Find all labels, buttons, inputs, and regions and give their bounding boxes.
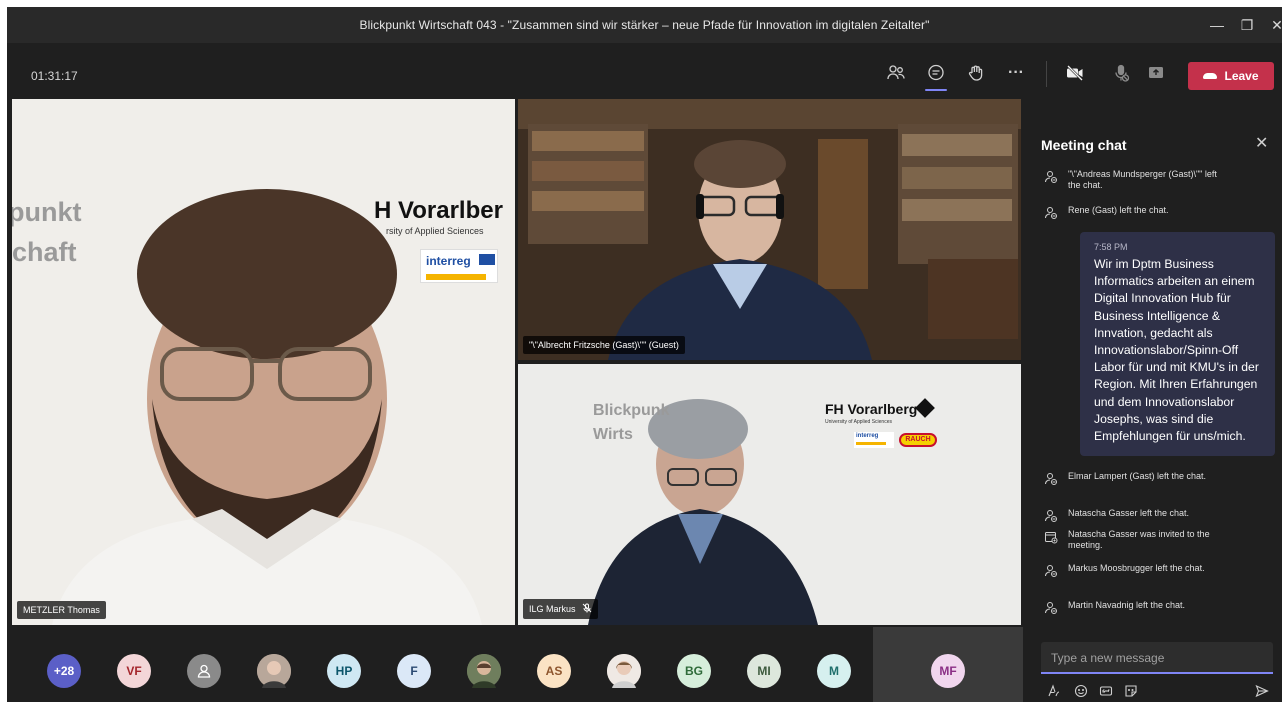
calendar-invite-icon (1045, 532, 1058, 544)
profile-photo (607, 654, 641, 688)
person-icon (197, 664, 211, 678)
teams-window: Blickpunkt Wirtschaft 043 - "Zusammen si… (7, 7, 1282, 702)
title-bar: Blickpunkt Wirtschaft 043 - "Zusammen si… (7, 7, 1282, 43)
chat-event: Markus Moosbrugger left the chat. (1044, 563, 1274, 578)
reactions-icon[interactable] (961, 59, 991, 87)
person-left-icon (1045, 473, 1057, 485)
avatar-vf[interactable]: VF (117, 654, 151, 688)
participant-strip (7, 627, 1022, 702)
leave-button[interactable]: Leave (1188, 62, 1274, 90)
avatar-bg[interactable]: BG (677, 654, 711, 688)
video-tile-ilg[interactable]: Blickpunk Wirts FH Vorarlberg University… (518, 364, 1021, 625)
chat-event-text: Elmar Lampert (Gast) left the chat. (1068, 471, 1207, 481)
background-text-line-1: punkt (12, 197, 82, 227)
background-text-line-1: Blickpunk (593, 402, 670, 419)
participant-name: METZLER Thomas (23, 605, 100, 615)
emoji-icon[interactable] (1074, 684, 1088, 702)
avatar-photo-2[interactable] (467, 654, 501, 688)
leave-label: Leave (1224, 69, 1259, 83)
profile-photo (257, 654, 291, 688)
chat-event: Elmar Lampert (Gast) left the chat. (1044, 471, 1274, 486)
participant-name-tag: "\"Albrecht Fritzsche (Gast)\"" (Guest) (523, 336, 685, 354)
chat-event-text: Natascha Gasser was invited to the meeti… (1068, 529, 1210, 550)
video-tile-metzler[interactable]: punkt chaft H Vorarlber rsity of Applied… (12, 99, 515, 625)
avatar-f[interactable]: F (397, 654, 431, 688)
chat-event: Rene (Gast) left the chat. (1044, 205, 1274, 220)
close-icon[interactable]: ✕ (1262, 13, 1282, 37)
avatar-as[interactable]: AS (537, 654, 571, 688)
participant-name: "\"Albrecht Fritzsche (Gast)\"" (Guest) (529, 340, 679, 350)
close-icon[interactable]: ✕ (1255, 133, 1268, 153)
rauch-badge: RAUCH (899, 433, 937, 447)
chat-title: Meeting chat (1041, 137, 1127, 153)
background-text-line-2: chaft (12, 237, 77, 267)
person-left-icon (1045, 510, 1057, 522)
hang-up-icon (1203, 73, 1218, 79)
chat-event-text: Rene (Gast) left the chat. (1068, 205, 1169, 215)
interreg-badge: interreg (420, 249, 498, 283)
more-icon[interactable]: ··· (1001, 59, 1031, 87)
avatar-mf[interactable]: MF (931, 654, 965, 688)
message-text: Wir im Dptm Business Informatics arbeite… (1094, 257, 1259, 444)
meeting-chat-panel: Meeting chat ✕ "\"Andreas Mundsperger (G… (1030, 99, 1282, 702)
restore-icon[interactable]: ❐ (1232, 13, 1262, 37)
mic-muted-icon (582, 603, 592, 615)
avatar-photo-1[interactable] (257, 654, 291, 688)
logo-text: FH Vorarlberg (825, 401, 918, 417)
message-input-placeholder: Type a new message (1051, 651, 1165, 665)
profile-photo (467, 654, 501, 688)
chat-event: Martin Navadnig left the chat. (1044, 600, 1274, 615)
send-icon[interactable] (1255, 684, 1269, 702)
interreg-badge: interreg (854, 432, 894, 448)
message-input[interactable]: Type a new message (1041, 642, 1273, 674)
minimize-icon[interactable]: — (1202, 13, 1232, 37)
compose-toolbar (1047, 684, 1273, 700)
meeting-timer: 01:31:17 (31, 69, 78, 83)
person-left-icon (1045, 565, 1057, 577)
chat-event-text: Natascha Gasser left the chat. (1068, 508, 1190, 518)
avatar-m[interactable]: M (817, 654, 851, 688)
avatar-anonymous[interactable] (187, 654, 221, 688)
chat-icon[interactable] (921, 59, 951, 87)
video-stage: punkt chaft H Vorarlber rsity of Applied… (12, 99, 1022, 627)
person-left-icon (1045, 207, 1057, 219)
meeting-toolbar: 01:31:17 ··· (7, 43, 1282, 99)
participants-icon[interactable] (881, 59, 911, 87)
gif-icon[interactable] (1099, 684, 1113, 702)
camera-off-icon[interactable] (1060, 59, 1090, 87)
toolbar-divider (1046, 61, 1047, 87)
person-left-icon (1045, 171, 1057, 183)
format-icon[interactable] (1047, 684, 1061, 702)
chat-event: Natascha Gasser was invited to the meeti… (1044, 529, 1274, 551)
video-feed (12, 99, 515, 625)
avatar-mi[interactable]: MI (747, 654, 781, 688)
participant-name: ILG Markus (529, 604, 576, 614)
participant-name-tag: ILG Markus (523, 599, 598, 619)
person-left-icon (1045, 602, 1057, 614)
chat-event-text: "\"Andreas Mundsperger (Gast)\"" left th… (1068, 169, 1217, 190)
logo-subtext: rsity of Applied Sciences (386, 226, 484, 236)
avatar-hp[interactable]: HP (327, 654, 361, 688)
chat-event: "\"Andreas Mundsperger (Gast)\"" left th… (1044, 169, 1274, 191)
chat-event-text: Markus Moosbrugger left the chat. (1068, 563, 1205, 573)
mic-off-icon[interactable] (1106, 59, 1136, 87)
window-title: Blickpunkt Wirtschaft 043 - "Zusammen si… (359, 18, 930, 32)
message-time: 7:58 PM (1094, 242, 1128, 252)
avatar-photo-3[interactable] (607, 654, 641, 688)
logo-text: H Vorarlber (374, 197, 503, 224)
overflow-participants-avatar[interactable]: +28 (47, 654, 81, 688)
logo-subtext: University of Applied Sciences (825, 419, 892, 425)
active-tab-indicator (925, 89, 947, 91)
background-text-line-2: Wirts (593, 426, 633, 443)
chat-message[interactable]: 7:58 PM Wir im Dptm Business Informatics… (1080, 232, 1275, 456)
video-feed (518, 99, 1021, 360)
sticker-icon[interactable] (1124, 684, 1138, 702)
participant-name-tag: METZLER Thomas (17, 601, 106, 619)
share-icon[interactable] (1141, 59, 1171, 87)
video-tile-fritzsche[interactable]: "\"Albrecht Fritzsche (Gast)\"" (Guest) (518, 99, 1021, 360)
chat-event-text: Martin Navadnig left the chat. (1068, 600, 1186, 610)
chat-event: Natascha Gasser left the chat. (1044, 508, 1274, 523)
